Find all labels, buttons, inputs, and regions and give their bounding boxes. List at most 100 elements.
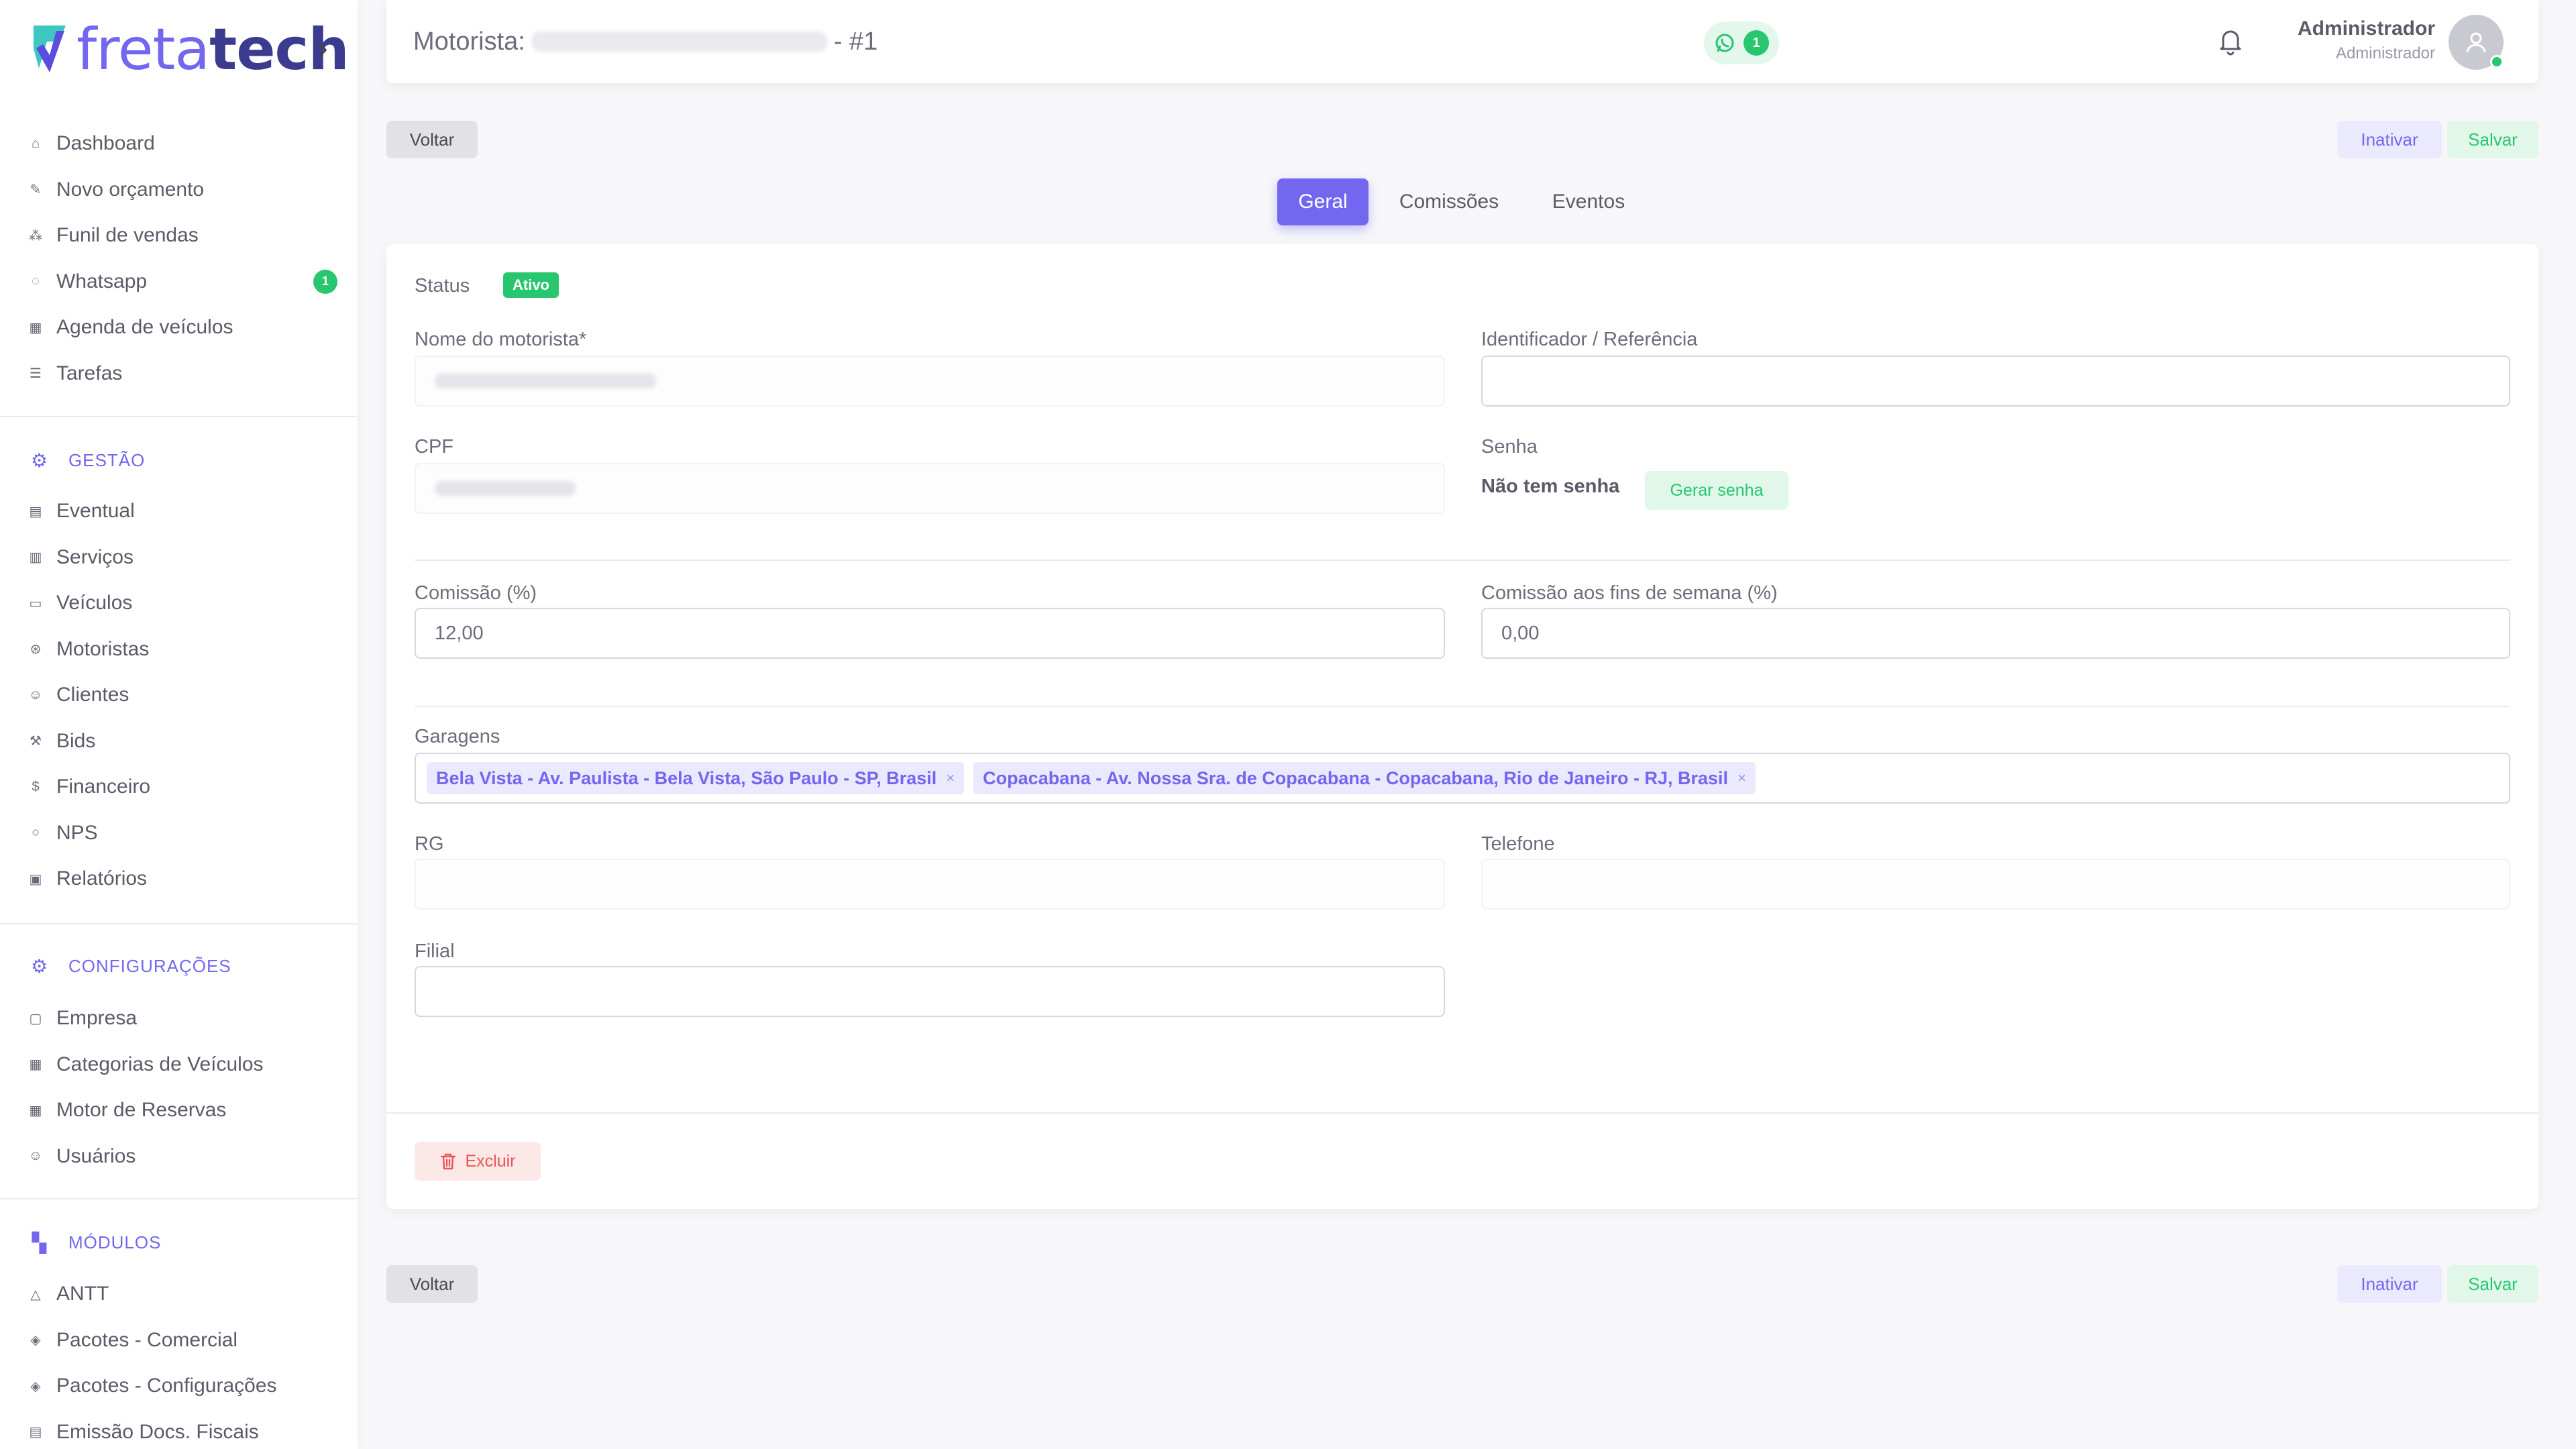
sidebar-divider: [0, 416, 358, 417]
tab-geral[interactable]: Geral: [1277, 178, 1368, 225]
avatar[interactable]: [2449, 15, 2504, 70]
sidebar-divider: [0, 923, 358, 924]
delete-button[interactable]: Excluir: [415, 1142, 541, 1181]
form-divider: [415, 706, 2510, 707]
tab-eventos[interactable]: Eventos: [1534, 178, 1644, 225]
status-label: Status: [415, 275, 470, 297]
cpf-label: CPF: [415, 436, 453, 458]
identificador-field[interactable]: [1481, 356, 2510, 407]
comissao-fds-label: Comissão aos fins de semana (%): [1481, 582, 1778, 604]
back-button[interactable]: Voltar: [386, 121, 478, 158]
sidebar-item-antt[interactable]: △ ANTT: [0, 1271, 358, 1318]
garagem-chip: Bela Vista - Av. Paulista - Bela Vista, …: [427, 762, 965, 794]
garagens-multiselect[interactable]: Bela Vista - Av. Paulista - Bela Vista, …: [415, 753, 2510, 804]
brand-logo[interactable]: fretatech: [30, 16, 350, 83]
cpf-field[interactable]: [415, 463, 1445, 514]
sidebar-item-pacotes-comercial[interactable]: ◈ Pacotes - Comercial: [0, 1318, 358, 1364]
whatsapp-badge: 1: [313, 269, 337, 294]
nav-modulos: △ ANTT ◈ Pacotes - Comercial ◈ Pacotes - Co…: [0, 1271, 358, 1449]
sidebar-item-motor-de-reservas[interactable]: ▦ Motor de Reservas: [0, 1087, 358, 1134]
generate-password-button[interactable]: Gerar senha: [1645, 471, 1788, 510]
filial-label: Filial: [415, 941, 455, 962]
package-settings-icon: ◈: [30, 1379, 41, 1394]
identificador-label: Identificador / Referência: [1481, 329, 1698, 350]
report-icon: ▣: [29, 871, 42, 887]
save-button[interactable]: Salvar: [2447, 1265, 2538, 1303]
garagem-chip: Copacabana - Av. Nossa Sra. de Copacaban…: [973, 762, 1756, 794]
garagens-label: Garagens: [415, 726, 500, 747]
senha-label: Senha: [1481, 436, 1538, 458]
nav-gestao: ▤ Eventual ▥ Serviços ▭ Veículos ⊛ Motorista…: [0, 488, 358, 902]
sidebar-item-funil-de-vendas[interactable]: ⁂ Funil de vendas: [0, 213, 358, 259]
gear-icon: ⚙: [30, 449, 49, 471]
sidebar-item-emissao-docs-fiscais[interactable]: ▤ Emissão Docs. Fiscais: [0, 1409, 358, 1449]
filial-select[interactable]: [415, 966, 1445, 1017]
sidebar-item-novo-orcamento[interactable]: ✎ Novo orçamento: [0, 167, 358, 213]
sidebar-item-pacotes-configuracoes[interactable]: ◈ Pacotes - Configurações: [0, 1363, 358, 1409]
sidebar-toggle-chevron-icon[interactable]: ›: [318, 34, 328, 63]
whatsapp-notification-button[interactable]: 1: [1704, 21, 1779, 64]
sidebar: fretatech › ⌂ Dashboard ✎ Novo orçamento ⁂…: [0, 0, 358, 1449]
redacted-cpf-value: [435, 481, 576, 496]
whatsapp-count-badge: 1: [1743, 30, 1769, 56]
building-icon: ▢: [29, 1011, 42, 1026]
sidebar-item-tarefas[interactable]: ☰ Tarefas: [0, 351, 358, 397]
sidebar-item-servicos[interactable]: ▥ Serviços: [0, 535, 358, 581]
brand-name: fretatech: [76, 16, 350, 83]
sidebar-divider: [0, 1198, 358, 1199]
nome-field[interactable]: [415, 356, 1445, 407]
deactivate-button[interactable]: Inativar: [2337, 121, 2442, 158]
sidebar-item-eventual[interactable]: ▤ Eventual: [0, 488, 358, 535]
whatsapp-icon: ◌: [32, 274, 40, 289]
driver-form-card: Status Ativo Nome do motorista* Identifi…: [386, 244, 2538, 1209]
remove-chip-icon[interactable]: ×: [1737, 769, 1746, 787]
remove-chip-icon[interactable]: ×: [946, 769, 955, 787]
bell-icon[interactable]: [2215, 25, 2246, 56]
comissao-fds-input[interactable]: 0,00: [1481, 608, 2510, 659]
top-bar: Motorista: - #1 1 Administrador Administ…: [386, 0, 2538, 83]
form-divider: [415, 559, 2510, 561]
card-footer-divider: [386, 1112, 2538, 1114]
steering-wheel-icon: ⊛: [30, 642, 42, 657]
sidebar-item-relatorios[interactable]: ▣ Relatórios: [0, 856, 358, 902]
gavel-icon: ⚒: [30, 734, 42, 749]
sidebar-item-motoristas[interactable]: ⊛ Motoristas: [0, 627, 358, 673]
funnel-icon: ⁂: [29, 228, 42, 244]
rg-field[interactable]: [415, 859, 1445, 910]
sidebar-item-categorias-de-veiculos[interactable]: ▦ Categorias de Veículos: [0, 1042, 358, 1088]
dollar-icon: $: [32, 779, 40, 794]
nav-main: ⌂ Dashboard ✎ Novo orçamento ⁂ Funil de ven…: [0, 121, 358, 396]
logo-mark-icon: [34, 25, 66, 72]
back-button[interactable]: Voltar: [386, 1265, 478, 1303]
sidebar-item-dashboard[interactable]: ⌂ Dashboard: [0, 121, 358, 167]
grid-icon: ▦: [29, 1057, 42, 1073]
sidebar-item-financeiro[interactable]: $ Financeiro: [0, 764, 358, 810]
user-role: Administrador: [2335, 44, 2435, 62]
sidebar-item-whatsapp[interactable]: ◌ Whatsapp 1: [0, 259, 358, 305]
telefone-label: Telefone: [1481, 833, 1555, 855]
nav-header-gestao: ⚙ GESTÃO: [30, 449, 146, 471]
sidebar-item-clientes[interactable]: ☺ Clientes: [0, 672, 358, 718]
calendar-icon: ▦: [29, 320, 42, 335]
users-icon: ☺: [28, 687, 43, 702]
deactivate-button[interactable]: Inativar: [2337, 1265, 2442, 1303]
sidebar-item-veiculos[interactable]: ▭ Veículos: [0, 580, 358, 627]
save-button[interactable]: Salvar: [2447, 121, 2538, 158]
sidebar-item-agenda-de-veiculos[interactable]: ▦ Agenda de veículos: [0, 305, 358, 351]
redacted-name-value: [435, 374, 656, 388]
sidebar-item-bids[interactable]: ⚒ Bids: [0, 718, 358, 765]
tab-comissoes[interactable]: Comissões: [1386, 178, 1512, 225]
sidebar-item-nps[interactable]: ○ NPS: [0, 810, 358, 857]
package-icon: ◈: [30, 1333, 41, 1348]
chat-icon: ○: [31, 825, 40, 841]
comissao-input[interactable]: 12,00: [415, 608, 1445, 659]
telefone-field[interactable]: [1481, 859, 2510, 910]
sidebar-item-usuarios[interactable]: ☺ Usuários: [0, 1134, 358, 1180]
user-name[interactable]: Administrador: [2298, 17, 2435, 40]
rg-label: RG: [415, 833, 444, 855]
redacted-driver-name: [531, 32, 827, 52]
sidebar-item-empresa[interactable]: ▢ Empresa: [0, 996, 358, 1042]
online-status-dot: [2490, 55, 2504, 68]
user-avatar-icon: [2466, 32, 2486, 53]
user-icon: ☺: [28, 1148, 43, 1164]
